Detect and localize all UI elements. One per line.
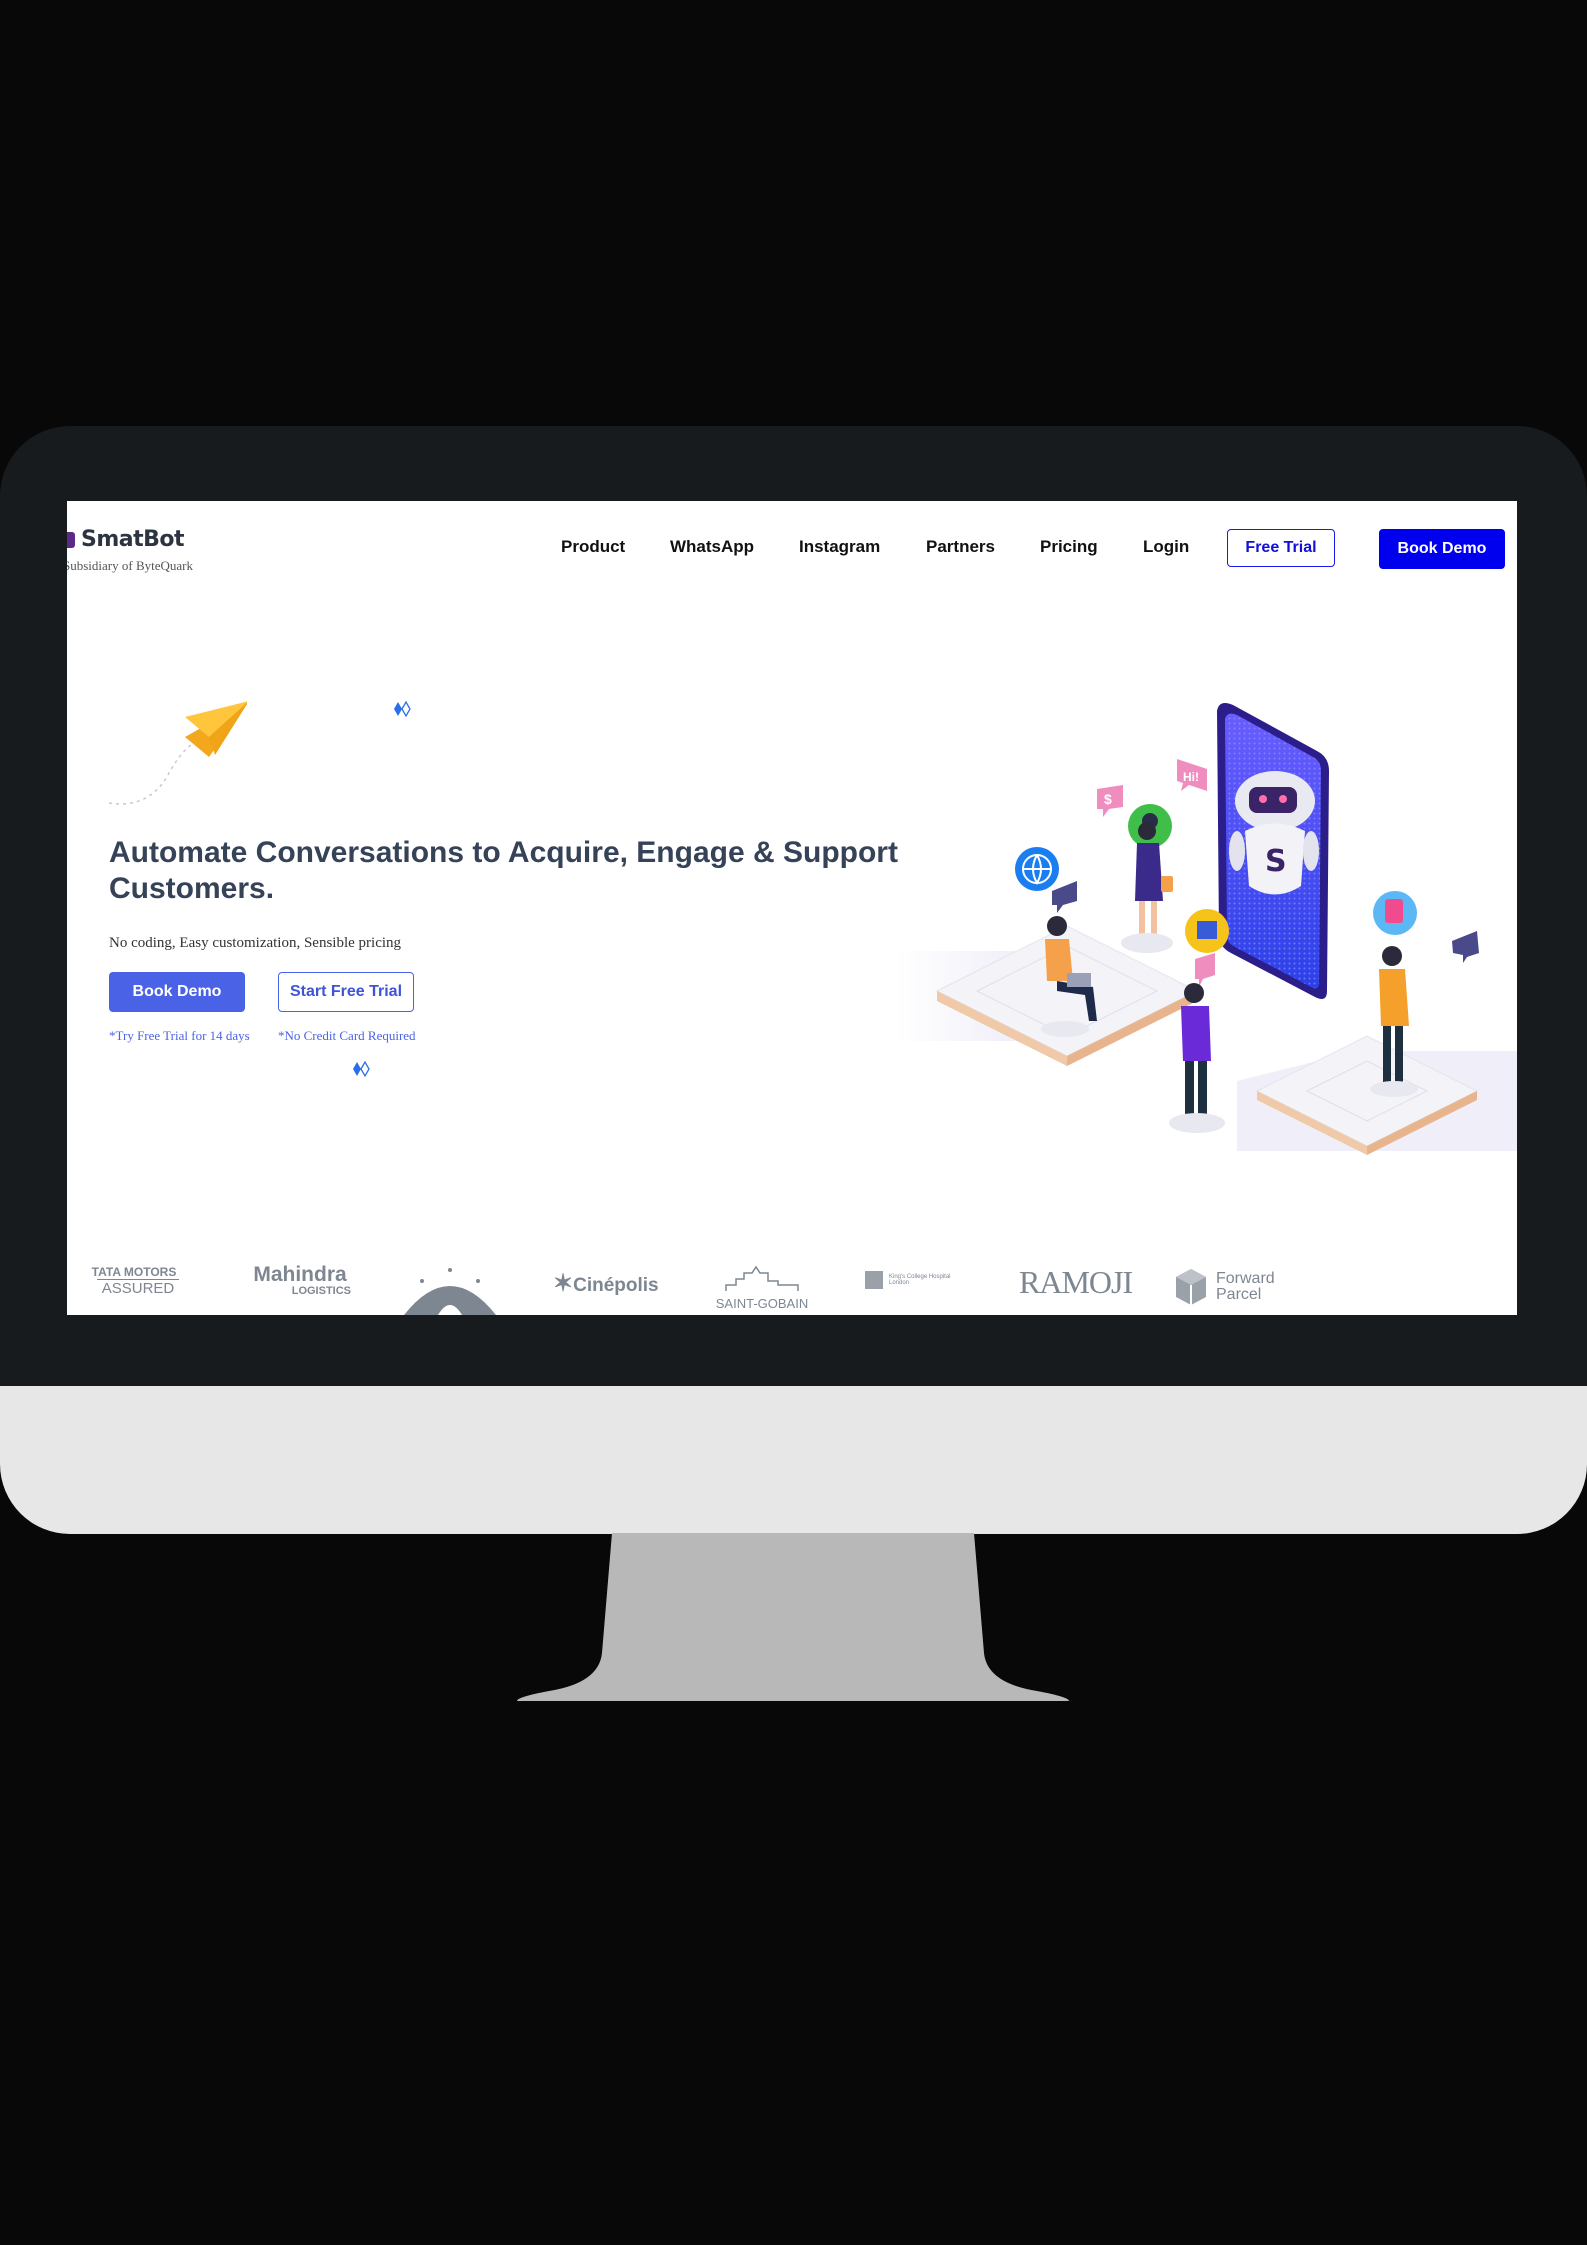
parcel-box-icon — [1176, 1269, 1206, 1305]
nav-product[interactable]: Product — [561, 537, 625, 557]
hero-illustration: S Hi! $ — [897, 703, 1517, 1155]
cube-shape-icon-2 — [353, 1060, 370, 1078]
svg-text:$: $ — [1104, 791, 1112, 807]
logo-mark-icon — [67, 531, 75, 548]
nav-pricing[interactable]: Pricing — [1040, 537, 1098, 557]
logo-subtitle: Subsidiary of ByteQuark — [67, 558, 193, 573]
nav-instagram[interactable]: Instagram — [799, 537, 880, 557]
chat-bubble-right — [1452, 931, 1479, 963]
client-logo-ramoji: RAMOJI — [1019, 1264, 1133, 1300]
chat-bubble-left — [1052, 881, 1077, 913]
client-logo-arc-icon — [404, 1268, 496, 1315]
book-demo-button[interactable]: Book Demo — [109, 972, 245, 1012]
chat-bubble-dollar: $ — [1097, 785, 1123, 817]
star-icon: ✶ — [553, 1270, 574, 1297]
globe-icon — [1015, 847, 1059, 891]
start-free-trial-button[interactable]: Start Free Trial — [278, 972, 414, 1012]
hero-tagline: No coding, Easy customization, Sensible … — [109, 935, 402, 951]
phone-with-robot: S — [1217, 703, 1329, 999]
logo-text: SmatBot — [81, 527, 185, 552]
nav-partners[interactable]: Partners — [926, 537, 995, 557]
chat-bubble-hi: Hi! — [1177, 759, 1207, 791]
nav-whatsapp[interactable]: WhatsApp — [670, 537, 754, 557]
robot-badge: S — [1265, 844, 1287, 879]
client-logo-saint-gobain: SAINT-GOBAIN — [707, 1265, 817, 1311]
free-trial-button[interactable]: Free Trial — [1227, 529, 1335, 567]
monitor-chin — [0, 1386, 1587, 1534]
chat-bubble-small — [1195, 953, 1215, 987]
book-demo-nav-button[interactable]: Book Demo — [1379, 529, 1505, 569]
browser-viewport: SmatBot Subsidiary of ByteQuark Product … — [67, 501, 1517, 1315]
hospital-crest-icon — [865, 1271, 883, 1289]
site-logo[interactable]: SmatBot — [67, 527, 185, 552]
monitor-stand — [517, 1533, 1069, 1701]
svg-text:Hi!: Hi! — [1183, 770, 1199, 784]
credit-card-note: *No Credit Card Required — [278, 1028, 416, 1043]
cube-shape-icon — [394, 700, 411, 718]
client-logo-mahindra: Mahindra LOGISTICS — [253, 1263, 351, 1297]
trial-note: *Try Free Trial for 14 days — [109, 1028, 250, 1043]
client-logo-forward-parcel: Forward Parcel — [1174, 1267, 1275, 1307]
skyline-icon — [725, 1265, 799, 1291]
hero-headline: Automate Conversations to Acquire, Engag… — [109, 836, 898, 905]
client-logo-kings-college: King's College Hospital London — [865, 1271, 969, 1289]
nav-login[interactable]: Login — [1143, 537, 1189, 557]
paper-plane-icon — [108, 701, 247, 805]
client-logo-cinepolis: ✶Cinépolis — [553, 1270, 659, 1297]
client-logo-tata: TATA MOTORS ASSURED — [89, 1265, 179, 1297]
